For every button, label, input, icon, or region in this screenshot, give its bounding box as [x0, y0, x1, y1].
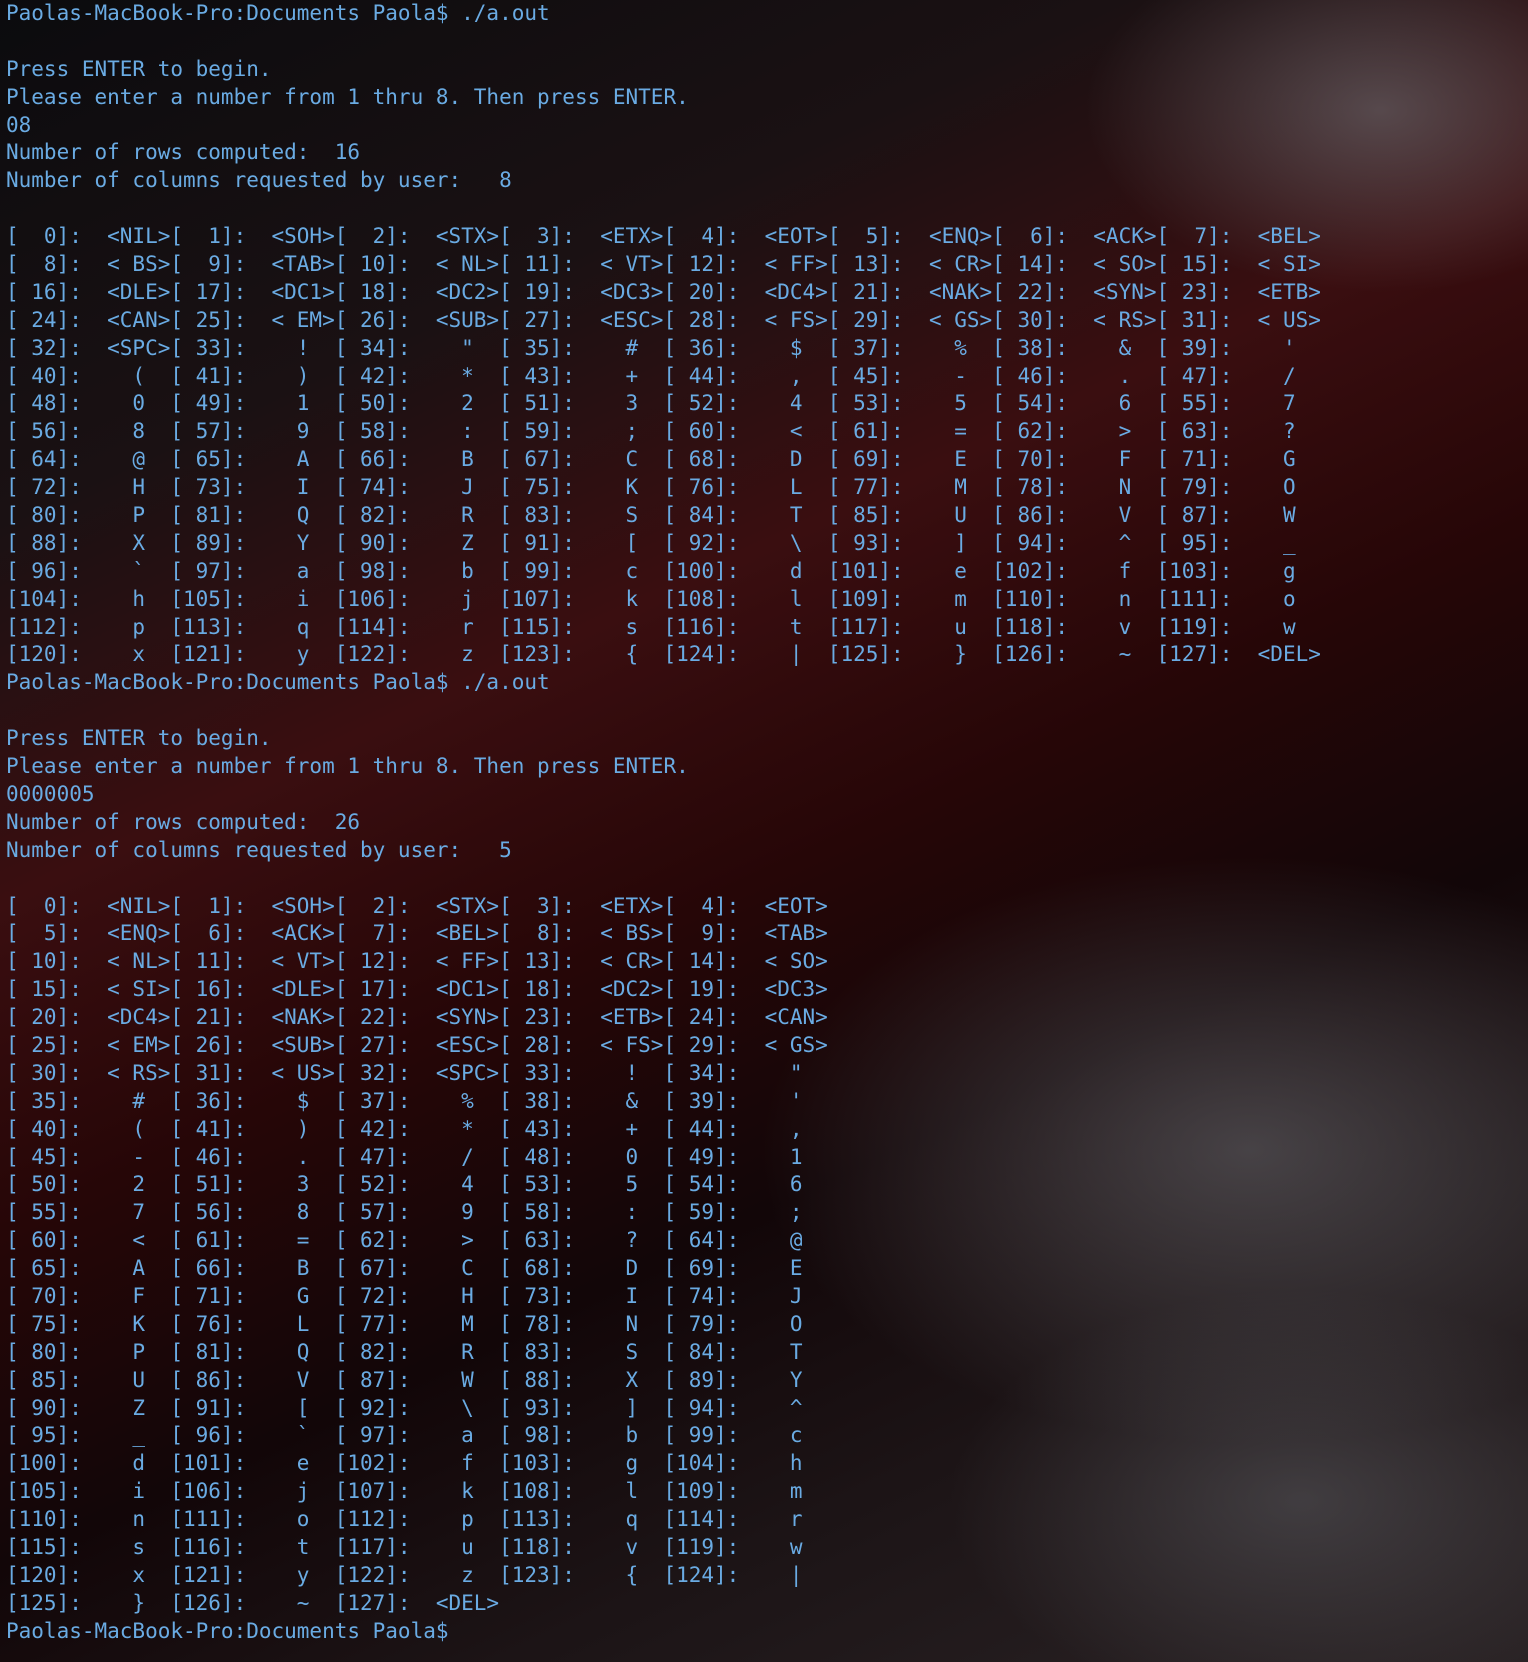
ascii-table-row: [105]: i [106]: j [107]: k [108]: l [109… — [6, 1479, 803, 1504]
ascii-table-row: [ 0]: <NIL>[ 1]: <SOH>[ 2]: <STX>[ 3]: <… — [6, 224, 1321, 249]
ascii-table-row: [120]: x [121]: y [122]: z [123]: { [124… — [6, 1562, 803, 1587]
ascii-table-row: [110]: n [111]: o [112]: p [113]: q [114… — [6, 1507, 803, 1532]
ascii-table-row: [ 55]: 7 [ 56]: 8 [ 57]: 9 [ 58]: : [ 59… — [6, 1200, 803, 1225]
ascii-table-row: [ 80]: P [ 81]: Q [ 82]: R [ 83]: S [ 84… — [6, 1339, 803, 1364]
ascii-table-row: [ 0]: <NIL>[ 1]: <SOH>[ 2]: <STX>[ 3]: <… — [6, 893, 828, 918]
ascii-table-row: [ 16]: <DLE>[ 17]: <DC1>[ 18]: <DC2>[ 19… — [6, 279, 1321, 304]
ascii-table-row: [ 40]: ( [ 41]: ) [ 42]: * [ 43]: + [ 44… — [6, 1116, 803, 1141]
ascii-table-row: [112]: p [113]: q [114]: r [115]: s [116… — [6, 614, 1296, 639]
ascii-table-row: [115]: s [116]: t [117]: u [118]: v [119… — [6, 1534, 803, 1559]
ascii-table-row: [ 96]: ` [ 97]: a [ 98]: b [ 99]: c [100… — [6, 558, 1296, 583]
ascii-table-row: [ 30]: < RS>[ 31]: < US>[ 32]: <SPC>[ 33… — [6, 1060, 803, 1085]
ascii-table-row: [ 40]: ( [ 41]: ) [ 42]: * [ 43]: + [ 44… — [6, 363, 1296, 388]
ascii-table-row: [ 8]: < BS>[ 9]: <TAB>[ 10]: < NL>[ 11]:… — [6, 252, 1321, 277]
ascii-table-row: [ 65]: A [ 66]: B [ 67]: C [ 68]: D [ 69… — [6, 1256, 803, 1281]
ascii-table-row: [120]: x [121]: y [122]: z [123]: { [124… — [6, 642, 1321, 667]
ascii-table-row: [ 25]: < EM>[ 26]: <SUB>[ 27]: <ESC>[ 28… — [6, 1032, 828, 1057]
ascii-table-row: [ 45]: - [ 46]: . [ 47]: / [ 48]: 0 [ 49… — [6, 1144, 803, 1169]
ascii-table-row: [ 15]: < SI>[ 16]: <DLE>[ 17]: <DC1>[ 18… — [6, 977, 828, 1002]
program-output-line: Please enter a number from 1 thru 8. The… — [6, 84, 689, 109]
ascii-table-row: [ 5]: <ENQ>[ 6]: <ACK>[ 7]: <BEL>[ 8]: <… — [6, 921, 828, 946]
terminal-output[interactable]: Paolas-MacBook-Pro:Documents Paola$ ./a.… — [6, 0, 1522, 1662]
shell-prompt-line: Paolas-MacBook-Pro:Documents Paola$ — [6, 1618, 449, 1643]
program-output-line: Number of rows computed: 16 — [6, 140, 361, 165]
ascii-table-row: [ 85]: U [ 86]: V [ 87]: W [ 88]: X [ 89… — [6, 1367, 803, 1392]
ascii-table-row: [100]: d [101]: e [102]: f [103]: g [104… — [6, 1451, 803, 1476]
ascii-table-row: [ 95]: _ [ 96]: ` [ 97]: a [ 98]: b [ 99… — [6, 1423, 803, 1448]
ascii-table-row: [ 50]: 2 [ 51]: 3 [ 52]: 4 [ 53]: 5 [ 54… — [6, 1172, 803, 1197]
ascii-table-row: [ 20]: <DC4>[ 21]: <NAK>[ 22]: <SYN>[ 23… — [6, 1005, 828, 1030]
ascii-table-row: [ 32]: <SPC>[ 33]: ! [ 34]: " [ 35]: # [… — [6, 335, 1296, 360]
program-output-line: Press ENTER to begin. — [6, 726, 272, 751]
ascii-table-row: [ 48]: 0 [ 49]: 1 [ 50]: 2 [ 51]: 3 [ 52… — [6, 391, 1296, 416]
program-output-line: Number of columns requested by user: 5 — [6, 837, 512, 862]
ascii-table-row: [ 70]: F [ 71]: G [ 72]: H [ 73]: I [ 74… — [6, 1283, 803, 1308]
program-output-line: Please enter a number from 1 thru 8. The… — [6, 754, 689, 779]
program-output-line: Number of rows computed: 26 — [6, 809, 361, 834]
ascii-table-row: [ 80]: P [ 81]: Q [ 82]: R [ 83]: S [ 84… — [6, 503, 1296, 528]
ascii-table-row: [ 64]: @ [ 65]: A [ 66]: B [ 67]: C [ 68… — [6, 447, 1296, 472]
ascii-table-row: [ 88]: X [ 89]: Y [ 90]: Z [ 91]: [ [ 92… — [6, 530, 1296, 555]
ascii-table-row: [ 35]: # [ 36]: $ [ 37]: % [ 38]: & [ 39… — [6, 1088, 803, 1113]
ascii-table-row: [ 24]: <CAN>[ 25]: < EM>[ 26]: <SUB>[ 27… — [6, 307, 1321, 332]
program-output-line: 08 — [6, 112, 32, 137]
program-output-line: Press ENTER to begin. — [6, 56, 272, 81]
ascii-table-row: [ 56]: 8 [ 57]: 9 [ 58]: : [ 59]: ; [ 60… — [6, 419, 1296, 444]
shell-prompt-line: Paolas-MacBook-Pro:Documents Paola$ ./a.… — [6, 670, 550, 695]
ascii-table-row: [104]: h [105]: i [106]: j [107]: k [108… — [6, 586, 1296, 611]
ascii-table-row: [ 10]: < NL>[ 11]: < VT>[ 12]: < FF>[ 13… — [6, 949, 828, 974]
ascii-table-row: [125]: } [126]: ~ [127]: <DEL> — [6, 1590, 500, 1615]
ascii-table-row: [ 90]: Z [ 91]: [ [ 92]: \ [ 93]: ] [ 94… — [6, 1395, 803, 1420]
ascii-table-row: [ 72]: H [ 73]: I [ 74]: J [ 75]: K [ 76… — [6, 475, 1296, 500]
shell-prompt-line: Paolas-MacBook-Pro:Documents Paola$ ./a.… — [6, 1, 550, 25]
ascii-table-row: [ 60]: < [ 61]: = [ 62]: > [ 63]: ? [ 64… — [6, 1228, 803, 1253]
program-output-line: Number of columns requested by user: 8 — [6, 168, 512, 193]
program-output-line: 0000005 — [6, 781, 95, 806]
ascii-table-row: [ 75]: K [ 76]: L [ 77]: M [ 78]: N [ 79… — [6, 1311, 803, 1336]
